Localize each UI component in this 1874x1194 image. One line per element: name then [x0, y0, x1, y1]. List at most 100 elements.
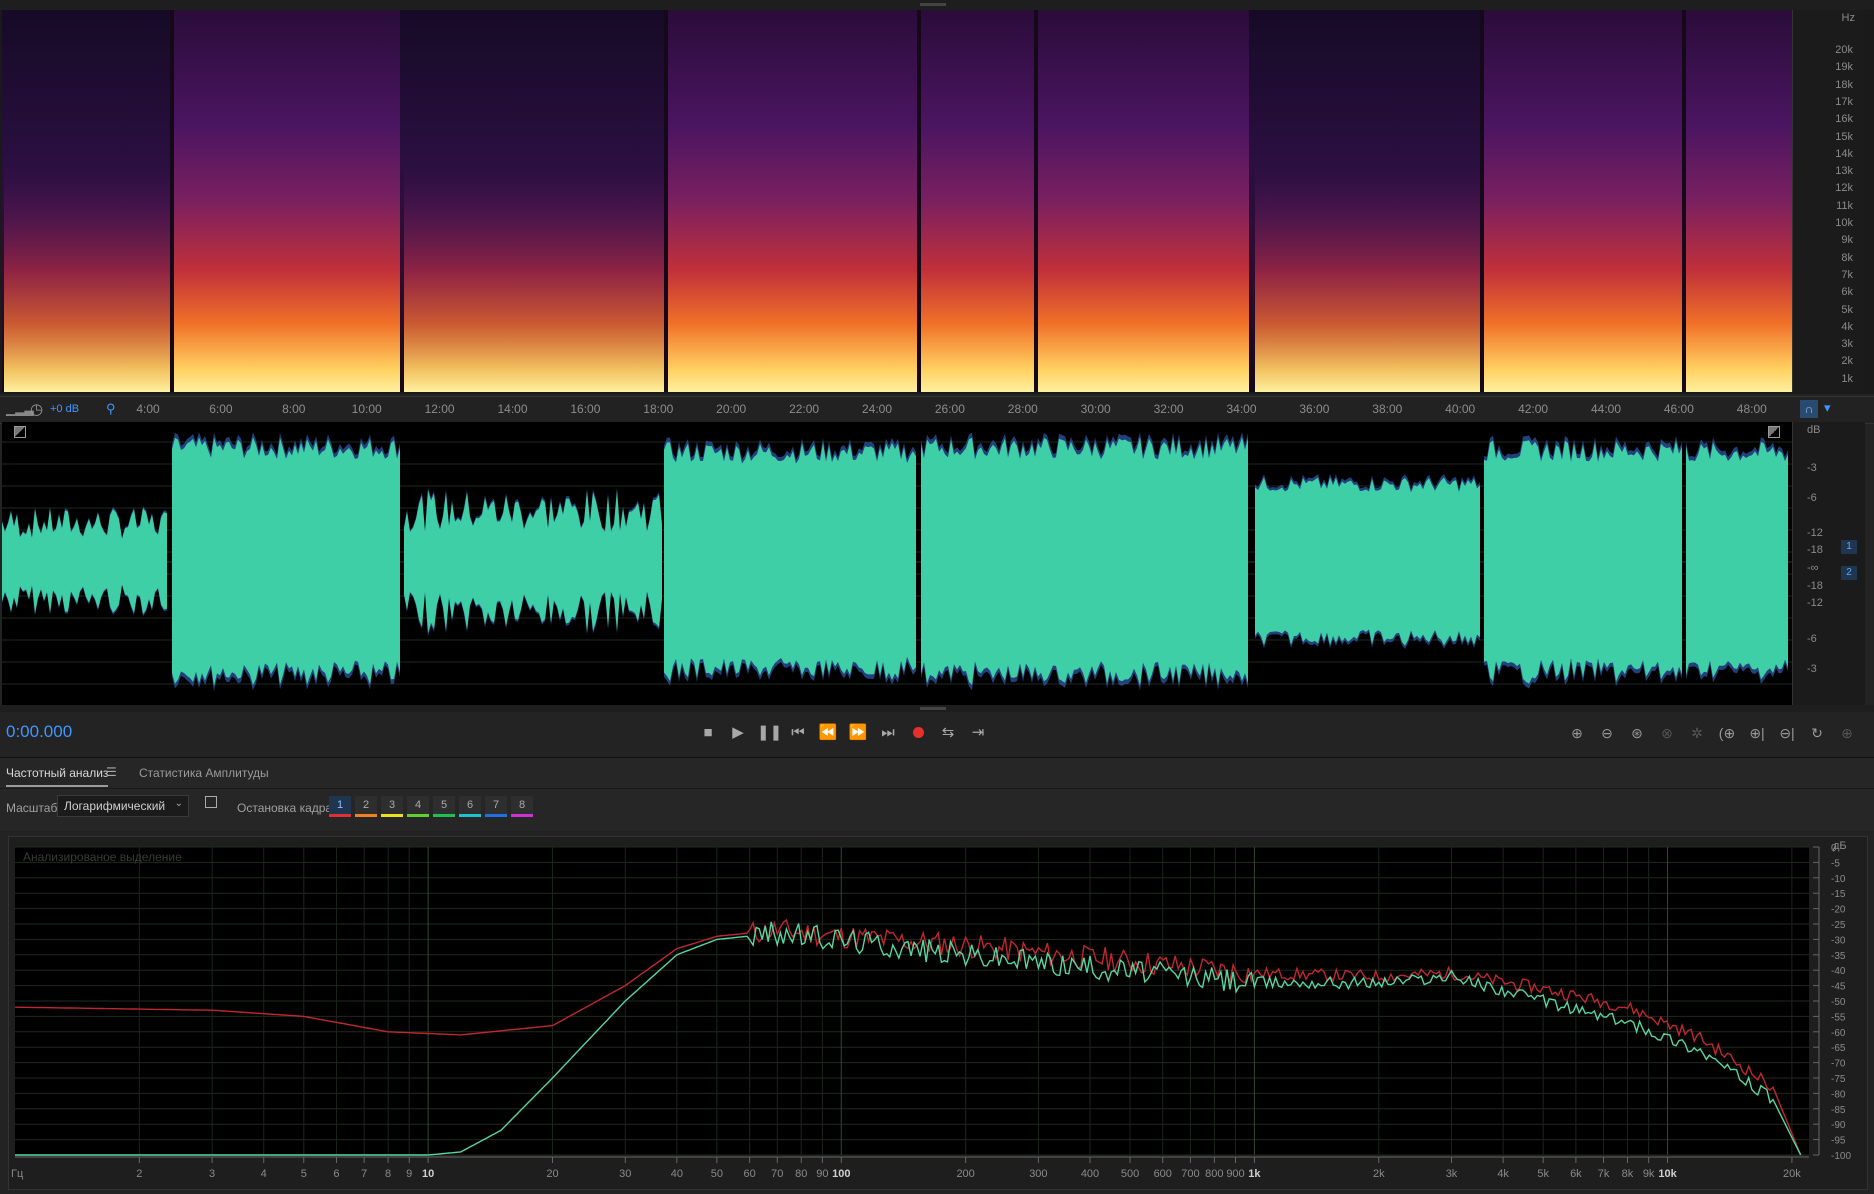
analyzer-freq-tick: 8: [385, 1168, 391, 1180]
copy-icon[interactable]: [205, 796, 217, 808]
zoom-selection-icon[interactable]: ⊗: [1655, 722, 1679, 744]
timecode-display[interactable]: 0:00.000: [6, 722, 72, 742]
timeline-tick: 12:00: [424, 402, 455, 416]
channel-2-button[interactable]: 2: [1841, 566, 1857, 580]
zoom-in-left-icon[interactable]: (⊕: [1715, 722, 1739, 744]
analyzer-db-tick: -90: [1831, 1120, 1846, 1131]
freeze-frame-5-button[interactable]: 5: [433, 796, 455, 817]
db-unit-label: dB: [1807, 424, 1821, 436]
analyzer-db-tick: -50: [1831, 997, 1846, 1008]
timeline-tick: 8:00: [282, 402, 306, 416]
marker-icon[interactable]: ▾: [1824, 400, 1831, 416]
analyzer-freq-tick: 2k: [1373, 1168, 1385, 1180]
timeline-tick: 24:00: [861, 402, 893, 416]
tab-amplitude-statistics[interactable]: Статистика Амплитуды: [139, 766, 269, 780]
hz-tick-label: 1k: [1841, 372, 1853, 385]
freeze-frame-2-button[interactable]: 2: [355, 796, 377, 817]
headphones-icon[interactable]: ∩: [1800, 400, 1818, 418]
go-to-start-button[interactable]: ⏮: [787, 722, 809, 744]
gain-readout[interactable]: +0 dB: [50, 403, 79, 415]
analyzer-db-tick: -65: [1831, 1043, 1846, 1054]
transport-bar: 0:00.000 ■ ▶ ❚❚ ⏮ ⏪ ⏩ ⏭ ⇆ ⇥ ⊕ ⊖ ⊛ ⊗ ✲ (⊕…: [0, 712, 1874, 758]
zoom-reset-icon[interactable]: ✲: [1685, 722, 1709, 744]
analyzer-db-tick: -70: [1831, 1059, 1846, 1070]
channel-1-button[interactable]: 1: [1841, 540, 1857, 554]
hz-tick-label: 11k: [1836, 199, 1853, 212]
analyzer-freq-tick: 20k: [1783, 1168, 1801, 1180]
hz-tick-label: 13k: [1835, 165, 1853, 178]
analyzer-freq-tick: 20: [546, 1168, 558, 1180]
pause-button[interactable]: ❚❚: [757, 722, 782, 744]
hz-tick-label: 18k: [1835, 78, 1853, 91]
analyzer-db-tick: -95: [1831, 1136, 1846, 1147]
analyzer-freq-tick: 5k: [1537, 1168, 1549, 1180]
timeline-tick: 32:00: [1153, 402, 1184, 416]
spectral-display[interactable]: [2, 10, 1792, 392]
zoom-full-icon[interactable]: ⊛: [1625, 722, 1649, 744]
analyzer-db-tick: -55: [1831, 1012, 1846, 1023]
timeline-tick: 44:00: [1590, 402, 1622, 416]
panel-tabs: Частотный анализ ☰ Статистика Амплитуды: [0, 758, 1874, 789]
zoom-out-time-icon[interactable]: ⊖|: [1775, 722, 1799, 744]
loop-button[interactable]: ⇆: [937, 722, 959, 744]
zoom-to-playhead-icon[interactable]: ⊕: [1835, 722, 1859, 744]
timeline-tick: 6:00: [209, 402, 233, 416]
zoom-corner-right-icon[interactable]: [1768, 426, 1780, 438]
skip-selection-button[interactable]: ⇥: [967, 722, 989, 744]
analyzer-freq-tick: 7k: [1598, 1168, 1610, 1180]
analyzer-db-tick: -20: [1831, 905, 1846, 916]
analyzer-db-tick: -100: [1831, 1151, 1851, 1162]
bottom-splitter[interactable]: [0, 705, 1874, 712]
scale-dropdown[interactable]: Логарифмический ⌄: [57, 795, 189, 817]
freeze-frame-6-button[interactable]: 6: [459, 796, 481, 817]
rewind-button[interactable]: ⏪: [817, 722, 839, 744]
clock-icon[interactable]: ◷: [30, 400, 43, 418]
record-button[interactable]: [907, 722, 929, 744]
top-splitter[interactable]: [0, 0, 1874, 10]
analyzer-freq-tick: 4: [261, 1168, 267, 1180]
zoom-corner-left-icon[interactable]: [14, 426, 26, 438]
hz-tick-label: 14k: [1835, 147, 1853, 160]
zoom-in-time-icon[interactable]: ⊕|: [1745, 722, 1769, 744]
chevron-down-icon: ⌄: [174, 798, 183, 809]
analyzer-freq-tick: 9: [406, 1168, 412, 1180]
play-button[interactable]: ▶: [727, 722, 749, 744]
freeze-frame-1-button[interactable]: 1: [329, 796, 351, 817]
timeline-tick: 40:00: [1445, 402, 1476, 416]
timeline-tick: 22:00: [789, 402, 820, 416]
analyzer-db-tick: -75: [1831, 1074, 1846, 1085]
freeze-frame-8-button[interactable]: 8: [511, 796, 533, 817]
analyzer-db-tick: -25: [1831, 920, 1846, 931]
panel-menu-icon[interactable]: ☰: [106, 765, 117, 779]
go-to-end-button[interactable]: ⏭: [877, 722, 899, 744]
analyzer-freq-tick: 200: [956, 1168, 974, 1180]
freeze-frame-7-button[interactable]: 7: [485, 796, 507, 817]
timeline-tick: 38:00: [1372, 402, 1403, 416]
analyzer-freq-tick: 60: [743, 1168, 755, 1180]
hz-tick-label: 2k: [1841, 355, 1853, 368]
timeline-tick: 4:00: [136, 402, 160, 416]
analyzer-freq-tick: 2: [136, 1168, 142, 1180]
freeze-frame-3-button[interactable]: 3: [381, 796, 403, 817]
stop-button[interactable]: ■: [697, 722, 719, 744]
freeze-frame-4-button[interactable]: 4: [407, 796, 429, 817]
zoom-in-amplitude-icon[interactable]: ⊕: [1565, 722, 1589, 744]
frequency-ruler: Hz 20k 19k 18k 17k 16k 15k 14k 13k 12k 11k 10k 9k 8k…: [1792, 10, 1865, 392]
analyzer-db-tick: -85: [1831, 1105, 1846, 1116]
hz-unit-label: Hz: [1841, 12, 1855, 24]
waveform-display[interactable]: [2, 422, 1792, 705]
fast-forward-button[interactable]: ⏩: [847, 722, 869, 744]
timeline-ruler[interactable]: ▁▂▃ ◷ +0 dB ⚲ 4:00 6:00 8:00 10:00 12:00 14:0…: [0, 396, 1874, 424]
analyzer-freq-tick: 3k: [1446, 1168, 1458, 1180]
zoom-out-amplitude-icon[interactable]: ⊖: [1595, 722, 1619, 744]
hz-tick-label: 19k: [1835, 61, 1853, 74]
pin-icon[interactable]: ⚲: [106, 401, 116, 417]
hz-tick-label: 20k: [1835, 44, 1853, 56]
analyzer-db-tick: -80: [1831, 1089, 1846, 1100]
analyzer-freq-tick: 400: [1081, 1168, 1099, 1180]
timeline-tick: 30:00: [1080, 402, 1111, 416]
tab-frequency-analysis[interactable]: Частотный анализ: [6, 766, 109, 787]
analysis-controls: Масштаб: Логарифмический ⌄ Остановка кад…: [0, 789, 1874, 831]
frequency-analyzer-graph[interactable]: Анализированое выделение дБ 0 -5 -10 -15 -20 -2…: [8, 836, 1868, 1190]
zoom-restore-icon[interactable]: ↻: [1805, 722, 1829, 744]
